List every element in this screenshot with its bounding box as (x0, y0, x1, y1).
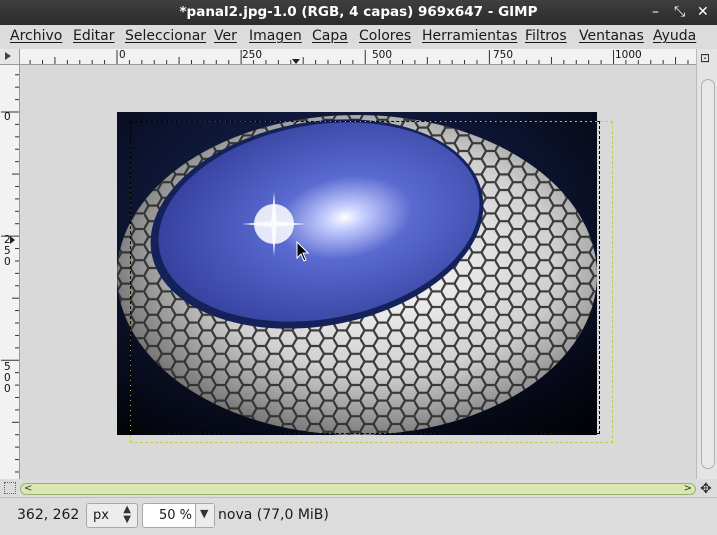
vertical-ruler[interactable]: 0 2 5 0 5 0 0 (0, 65, 20, 479)
horizontal-ruler[interactable]: 0 250 500 750 1000 (20, 49, 696, 65)
pointer-position-marker (10, 236, 15, 244)
updown-arrows-icon: ▲ ▼ (123, 504, 131, 525)
pointer-coordinates: 362, 262 (17, 507, 80, 523)
vertical-scrollbar[interactable] (701, 79, 715, 469)
hruler-label: 1000 (615, 49, 642, 61)
menu-bar: Archivo Editar Seleccionar Ver Imagen Ca… (0, 25, 717, 50)
hruler-label: 250 (242, 49, 263, 61)
scroll-right-icon[interactable]: > (684, 483, 692, 494)
vertical-ruler-ticks (1, 74, 19, 473)
window-title: *panal2.jpg-1.0 (RGB, 4 capas) 969x647 -… (179, 4, 538, 20)
status-bar: 362, 262 px ▲ ▼ 50 % ▼ nova (77,0 MiB) (0, 497, 717, 535)
menu-ventanas[interactable]: Ventanas (579, 28, 644, 44)
scroll-left-icon[interactable]: < (24, 483, 32, 494)
chevron-down-icon: ▼ (200, 507, 209, 520)
hruler-label: 750 (493, 49, 514, 61)
unit-selector[interactable]: px ▲ ▼ (86, 503, 138, 528)
triangle-right-icon (5, 52, 11, 60)
image-content[interactable] (117, 112, 597, 435)
navigate-icon[interactable]: ✥ (700, 481, 712, 497)
status-message: nova (77,0 MiB) (218, 507, 329, 523)
hruler-label: 0 (119, 49, 126, 61)
menu-ayuda[interactable]: Ayuda (653, 28, 696, 44)
zoom-dropdown-button[interactable]: ▼ (195, 504, 214, 527)
horizontal-scrollbar[interactable]: < > (20, 483, 696, 495)
menu-imagen[interactable]: Imagen (249, 28, 302, 44)
title-bar: *panal2.jpg-1.0 (RGB, 4 capas) 969x647 -… (0, 0, 717, 25)
menu-archivo[interactable]: Archivo (10, 28, 62, 44)
pointer-position-marker (292, 59, 300, 64)
hruler-label: 500 (372, 49, 393, 61)
quick-menu-button[interactable] (0, 49, 20, 65)
quick-mask-toggle-icon[interactable] (4, 482, 16, 494)
menu-seleccionar[interactable]: Seleccionar (125, 28, 206, 44)
zoom-selector[interactable]: 50 % ▼ (142, 503, 215, 528)
image-artwork (117, 112, 597, 435)
mouse-cursor-icon (296, 241, 310, 262)
menu-colores[interactable]: Colores (359, 28, 411, 44)
image-canvas[interactable] (20, 65, 696, 479)
zoom-toggle-icon[interactable]: ⊡ (700, 51, 710, 65)
menu-editar[interactable]: Editar (73, 28, 114, 44)
close-button[interactable]: ✕ (697, 4, 709, 20)
vruler-label: 0 (4, 256, 11, 268)
vruler-label: 0 (4, 111, 11, 123)
vruler-label: 0 (4, 383, 11, 395)
maximize-button[interactable]: ⤡ (674, 4, 685, 20)
zoom-value: 50 % (158, 508, 192, 523)
menu-filtros[interactable]: Filtros (525, 28, 567, 44)
menu-herramientas[interactable]: Herramientas (422, 28, 517, 44)
menu-capa[interactable]: Capa (312, 28, 348, 44)
menu-ver[interactable]: Ver (214, 28, 237, 44)
minimize-button[interactable]: – (652, 4, 659, 20)
unit-value: px (93, 508, 109, 523)
